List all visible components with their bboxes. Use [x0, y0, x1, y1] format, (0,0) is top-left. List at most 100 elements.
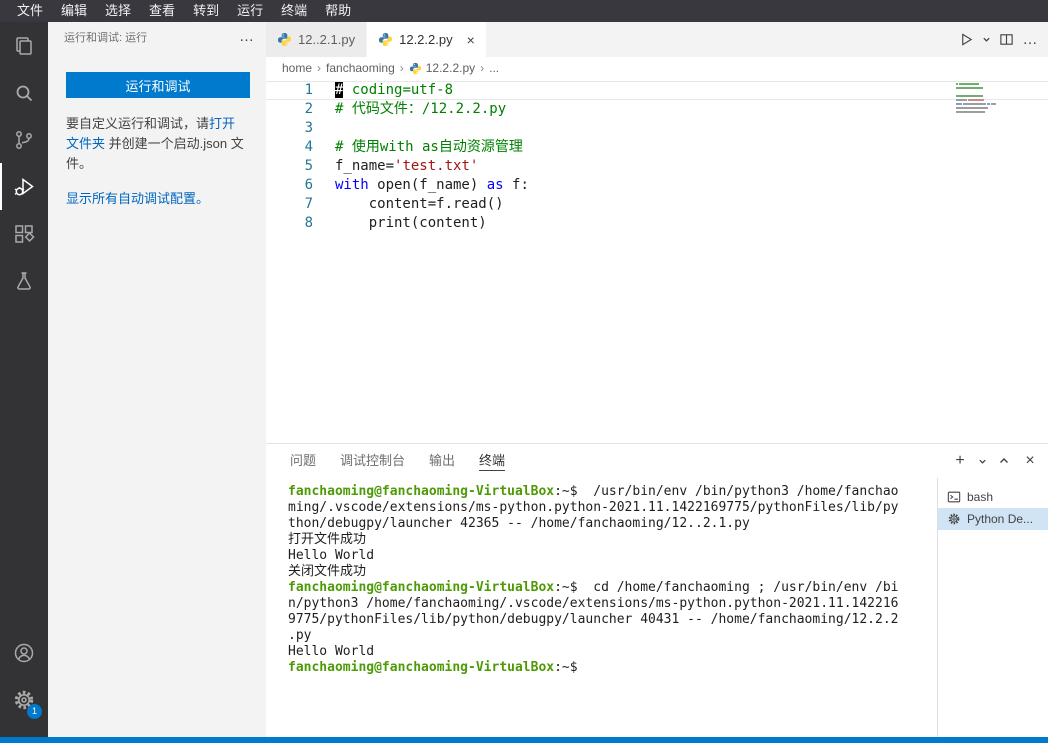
code-line: 7 content=f.read() — [266, 195, 1048, 214]
menu-item[interactable]: 编辑 — [52, 0, 96, 22]
account-icon[interactable] — [0, 629, 48, 676]
show-debug-configs-link[interactable]: 显示所有自动调试配置。 — [66, 188, 246, 207]
terminal-dropdown-chevron-icon[interactable] — [976, 451, 988, 471]
code-line: 8 print(content) — [266, 214, 1048, 233]
terminal-line: fanchaoming@fanchaoming-VirtualBox:~$ /u… — [288, 484, 899, 499]
breadcrumb-separator-icon: › — [399, 61, 404, 75]
terminal-list-item[interactable]: bash — [938, 486, 1048, 508]
terminal-line: 9775/pythonFiles/lib/python/debugpy/laun… — [288, 612, 899, 627]
sidebar-header: 运行和调试: 运行 … — [48, 22, 266, 52]
code-editor[interactable]: 1 # coding=utf-8 2 # 代码文件：/12.2.2.py 3 4 # 使用w… — [266, 79, 1048, 233]
settings-gear-icon[interactable]: 1 — [0, 676, 48, 723]
python-file-icon — [378, 32, 393, 47]
close-panel-icon[interactable]: × — [1020, 451, 1040, 471]
line-number: 4 — [304, 139, 313, 155]
terminal-list-label: Python De... — [967, 512, 1034, 526]
breadcrumb-separator-icon: › — [317, 61, 322, 75]
run-and-debug-button[interactable]: 运行和调试 — [66, 72, 250, 98]
panel-tab[interactable]: 问题 — [290, 444, 316, 478]
tab-label: 12..2.1.py — [298, 32, 356, 47]
extensions-icon[interactable] — [0, 210, 48, 257]
menu-bar: 文件 编辑 选择 查看 转到 运行 终端 帮助 — [0, 0, 1048, 22]
breadcrumb-item[interactable]: home — [282, 61, 312, 75]
terminal-line: 打开文件成功 — [288, 532, 367, 547]
bottom-panel: 问题 调试控制台 输出 终端 + × fanchaoming@fanchaoming-… — [266, 443, 1048, 737]
terminal-line: fanchaoming@fanchaoming-VirtualBox:~$ — [288, 660, 578, 675]
python-file-icon — [277, 32, 292, 47]
tab-bar: 12..2.1.py 12.2.2.py × … — [266, 22, 1048, 57]
breadcrumb-separator-icon: › — [480, 61, 485, 75]
line-number: 2 — [304, 101, 313, 117]
terminal-line: .py — [288, 628, 312, 643]
editor-actions: … — [956, 22, 1040, 57]
editor-area: 12..2.1.py 12.2.2.py × … home › fanchaoming ›… — [266, 22, 1048, 443]
terminal-line: n/python3 /home/fanchaoming/.vscode/exte… — [288, 596, 899, 611]
menu-item[interactable]: 文件 — [8, 0, 52, 22]
line-number: 5 — [304, 158, 313, 174]
line-number: 3 — [304, 120, 313, 136]
panel-tab[interactable]: 终端 — [479, 444, 506, 478]
testing-icon[interactable] — [0, 257, 48, 304]
line-number: 1 — [304, 82, 313, 98]
code-line: 3 — [266, 119, 1048, 138]
terminal-output[interactable]: fanchaoming@fanchaoming-VirtualBox:~$ /u… — [266, 478, 937, 737]
menu-item[interactable]: 查看 — [140, 0, 184, 22]
terminal-list-label: bash — [967, 490, 994, 504]
activity-bar: 1 — [0, 22, 48, 737]
breadcrumb-item[interactable]: fanchaoming — [326, 61, 395, 75]
line-number: 8 — [304, 215, 313, 231]
menu-item[interactable]: 转到 — [184, 0, 228, 22]
terminal-line: Hello World — [288, 644, 375, 659]
hint-pre: 要自定义运行和调试，请 — [66, 116, 210, 131]
terminal-list-item[interactable]: Python De... — [938, 508, 1048, 530]
run-and-debug-icon[interactable] — [0, 163, 48, 210]
vscode-window: 文件 编辑 选择 查看 转到 运行 终端 帮助 1 运行和调试: 运行 … 运行和调试 要自定… — [0, 0, 1048, 743]
sidebar-more-icon[interactable]: … — [239, 29, 254, 44]
activity-bar-bottom: 1 — [0, 629, 48, 723]
editor-more-actions-button[interactable]: … — [1020, 29, 1040, 51]
tab-close-icon[interactable]: × — [467, 32, 475, 48]
editor-tab[interactable]: 12.2.2.py × — [367, 22, 487, 57]
activity-bar-top — [0, 22, 48, 304]
gear-icon — [947, 512, 961, 526]
menu-item[interactable]: 帮助 — [316, 0, 360, 22]
code-line: 4 # 使用with as自动资源管理 — [266, 138, 1048, 157]
maximize-panel-chevron-icon[interactable] — [994, 451, 1014, 471]
explorer-icon[interactable] — [0, 22, 48, 69]
minimap[interactable] — [956, 83, 1034, 115]
line-number: 6 — [304, 177, 313, 193]
breadcrumb: home › fanchaoming › 12.2.2.py ›... — [266, 57, 1048, 79]
run-file-button[interactable] — [956, 29, 976, 51]
breadcrumb-item[interactable]: 12.2.2.py — [409, 61, 475, 75]
run-dropdown-chevron-icon[interactable] — [980, 29, 992, 51]
python-file-icon — [409, 62, 422, 75]
terminal-line: Hello World — [288, 548, 375, 563]
panel-tabs: 问题 调试控制台 输出 终端 — [290, 444, 529, 478]
terminal-line: thon/debugpy/launcher 42365 -- /home/fan… — [288, 516, 750, 531]
tab-bar-tabs: 12..2.1.py 12.2.2.py × — [266, 22, 487, 57]
panel-actions: + × — [950, 444, 1040, 478]
line-number: 7 — [304, 196, 313, 212]
terminal-icon — [947, 490, 961, 504]
terminal-line: fanchaoming@fanchaoming-VirtualBox:~$ cd… — [288, 580, 899, 595]
sidebar-hint-text: 要自定义运行和调试，请打开文件夹 并创建一个启动.json 文件。 — [66, 114, 246, 174]
new-terminal-button[interactable]: + — [950, 451, 970, 471]
search-icon[interactable] — [0, 69, 48, 116]
menu-item[interactable]: 运行 — [228, 0, 272, 22]
code-line: 2 # 代码文件：/12.2.2.py — [266, 100, 1048, 119]
menu-item[interactable]: 选择 — [96, 0, 140, 22]
sidebar-title: 运行和调试: 运行 — [64, 32, 148, 44]
tab-label: 12.2.2.py — [399, 32, 453, 47]
panel-header: 问题 调试控制台 输出 终端 + × — [266, 444, 1048, 478]
code-line: 6 with open(f_name) as f: — [266, 176, 1048, 195]
editor-tab[interactable]: 12..2.1.py — [266, 22, 368, 57]
panel-tab[interactable]: 输出 — [429, 444, 455, 478]
split-editor-button[interactable] — [996, 29, 1016, 51]
panel-tab[interactable]: 调试控制台 — [340, 444, 405, 478]
breadcrumb-item[interactable]: ... — [489, 61, 499, 75]
menu-item[interactable]: 终端 — [272, 0, 316, 22]
terminal-line: 关闭文件成功 — [288, 564, 367, 579]
run-debug-sidebar: 运行和调试: 运行 … 运行和调试 要自定义运行和调试，请打开文件夹 并创建一个… — [48, 22, 266, 737]
source-control-icon[interactable] — [0, 116, 48, 163]
settings-badge: 1 — [27, 704, 42, 719]
